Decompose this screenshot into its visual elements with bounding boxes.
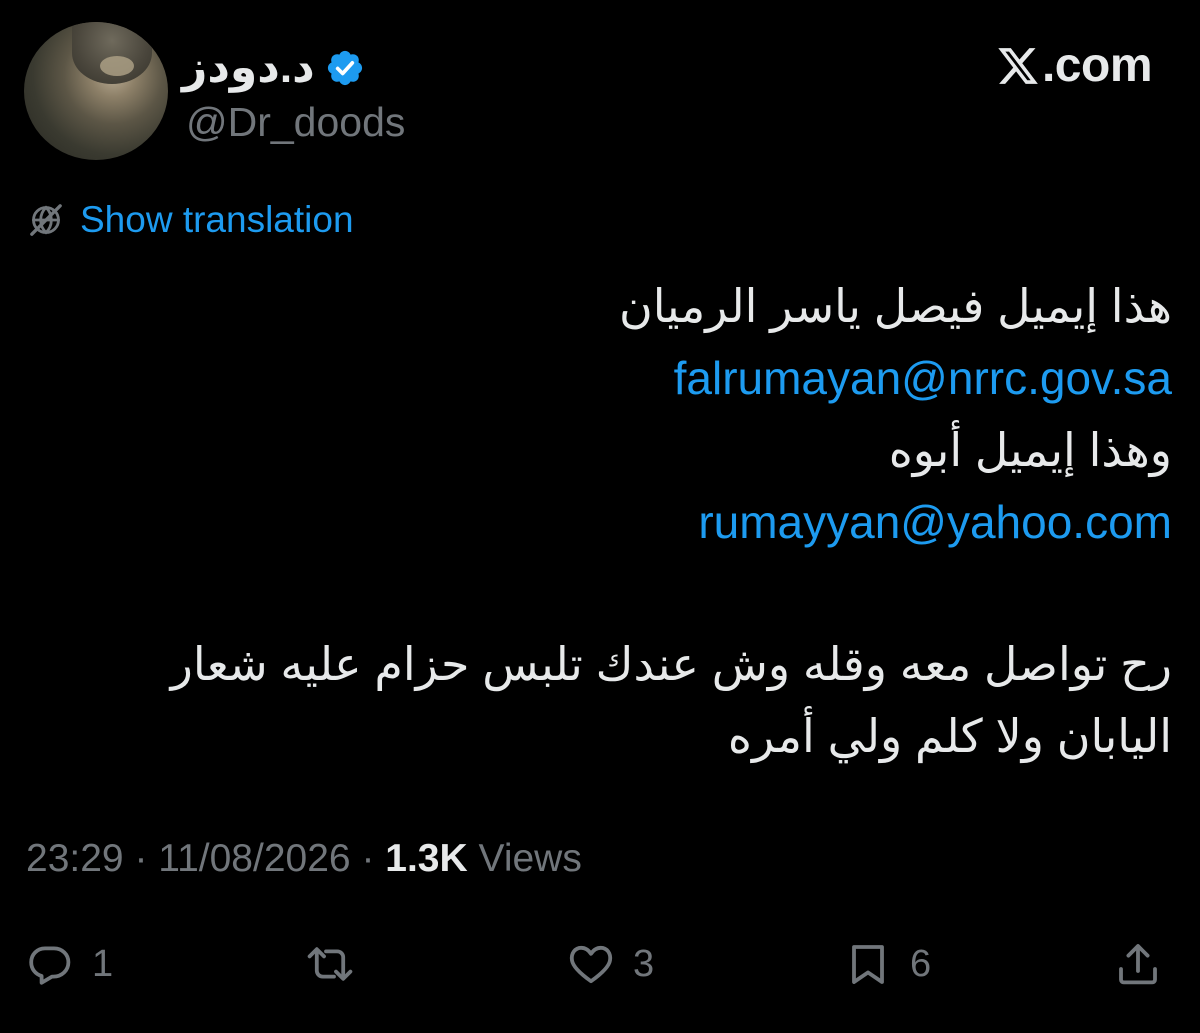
tweet-line-4: اليابان ولا كلم ولي أمره xyxy=(727,710,1172,762)
email-link-1[interactable]: falrumayan@nrrc.gov.sa xyxy=(674,352,1172,404)
heart-icon xyxy=(569,945,613,984)
x-logo[interactable]: .com xyxy=(996,39,1153,92)
tweet-meta: 23:29 · 11/08/2026 · 1.3K Views xyxy=(26,836,582,883)
retweet-icon xyxy=(307,947,353,981)
views-count[interactable]: 1.3K xyxy=(385,837,467,880)
x-logo-icon xyxy=(998,48,1038,84)
bookmark-button[interactable]: 6 xyxy=(844,934,931,994)
author-display-name[interactable]: د.دودز xyxy=(182,46,315,90)
meta-separator: · xyxy=(134,837,148,880)
bookmark-count: 6 xyxy=(910,943,932,985)
share-button[interactable] xyxy=(1114,934,1162,994)
tweet-paragraph-gap xyxy=(60,558,1172,628)
email-link-2[interactable]: rumayyan@yahoo.com xyxy=(698,496,1172,548)
like-button[interactable]: 3 xyxy=(567,934,654,994)
reply-button[interactable]: 1 xyxy=(26,934,113,994)
show-translation-button[interactable]: Show translation xyxy=(26,198,354,242)
reply-count: 1 xyxy=(92,943,114,985)
share-icon xyxy=(1119,944,1157,985)
author-name-row[interactable]: د.دودز xyxy=(182,38,365,98)
tweet-text: هذا إيميل فيصل ياسر الرميان falrumayan@n… xyxy=(60,270,1172,772)
verified-badge-icon xyxy=(327,50,362,86)
tweet-line-3: رح تواصل معه وقله وش عندك تلبس حزام عليه… xyxy=(170,638,1172,690)
retweet-button[interactable] xyxy=(306,934,372,994)
tweet-date[interactable]: 11/08/2026 xyxy=(158,837,350,880)
tweet-time[interactable]: 23:29 xyxy=(26,837,124,880)
globe-slash-icon xyxy=(30,204,62,237)
views-label: Views xyxy=(478,837,582,880)
tweet-line-2: وهذا إيميل أبوه xyxy=(888,424,1172,476)
like-count: 3 xyxy=(633,943,655,985)
author-handle[interactable]: @Dr_doods xyxy=(186,98,405,147)
reply-icon xyxy=(29,946,71,985)
tweet-action-bar: 1 3 6 xyxy=(0,934,1200,994)
avatar-image-highlight xyxy=(100,56,134,76)
show-translation-label: Show translation xyxy=(80,199,354,240)
tweet-line-1: هذا إيميل فيصل ياسر الرميان xyxy=(618,280,1172,332)
bookmark-icon xyxy=(852,945,884,984)
logo-text: .com xyxy=(1041,39,1153,92)
avatar[interactable] xyxy=(24,22,168,160)
meta-separator: · xyxy=(361,837,375,880)
